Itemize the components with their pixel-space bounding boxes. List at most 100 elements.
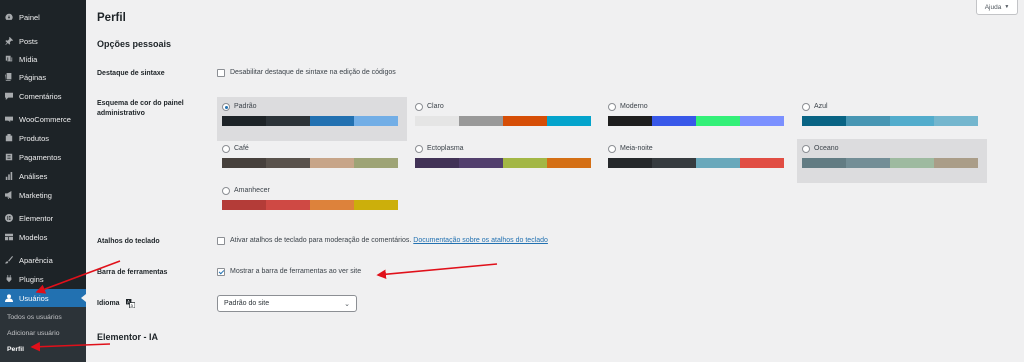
color-scheme-option[interactable]: Amanhecer [217,181,407,225]
color-scheme-name: Padrão [234,103,257,110]
templates-icon [5,233,13,241]
syntax-checkbox[interactable] [217,69,225,77]
color-swatch [740,116,784,126]
sidebar-item-label: Comentários [19,91,62,101]
color-swatch [547,116,591,126]
color-swatch [310,116,354,126]
sidebar-item-posts[interactable]: Posts [0,32,86,50]
color-swatch [354,158,398,168]
color-swatch [222,200,266,210]
sidebar-item-aparencia[interactable]: Aparência [0,251,86,269]
color-scheme-option[interactable]: Claro [410,97,600,141]
help-label: Ajuda [984,3,1002,11]
toolbar-label: Barra de ferramentas [97,269,168,276]
sidebar-item-painel[interactable]: Painel [0,8,86,26]
submenu-item-add-user[interactable]: Adicionar usuário [7,330,60,337]
color-scheme-option[interactable]: Café [217,139,407,183]
sidebar-item-marketing[interactable]: Marketing [0,186,86,204]
color-swatch [547,158,591,168]
color-swatches [222,200,398,210]
color-swatches [608,158,784,168]
sidebar-item-plugins[interactable]: Plugins [0,270,86,288]
color-scheme-radio[interactable] [608,145,616,153]
color-swatches [222,116,398,126]
color-scheme-option[interactable]: Oceano [797,139,987,183]
color-swatch [696,158,740,168]
sidebar-item-modelos[interactable]: Modelos [0,228,86,246]
shortcuts-doc-link[interactable]: Documentação sobre os atalhos do teclado [413,237,548,244]
active-indicator [81,294,86,302]
color-scheme-radio[interactable] [415,145,423,153]
sidebar-item-usuarios[interactable]: Usuários [0,289,86,307]
color-swatch [310,158,354,168]
color-swatch [266,200,310,210]
sidebar-item-label: Painel [19,12,40,22]
toolbar-checkbox[interactable] [217,268,225,276]
color-swatch [354,116,398,126]
color-swatch [415,158,459,168]
elementor-icon [5,214,13,222]
color-scheme-radio[interactable] [415,103,423,111]
sidebar-item-pagamentos[interactable]: Pagamentos [0,148,86,166]
color-scheme-option[interactable]: Ectoplasma [410,139,600,183]
sidebar-item-label: Marketing [19,190,52,200]
syntax-option-text: Desabilitar destaque de sintaxe na ediçã… [230,69,396,76]
color-scheme-radio[interactable] [222,145,230,153]
shortcuts-label: Atalhos do teclado [97,238,160,245]
color-swatch [415,116,459,126]
color-scheme-radio[interactable] [608,103,616,111]
color-swatches [802,116,978,126]
translate-icon: A a [126,299,135,308]
color-scheme-option[interactable]: Meia-noite [603,139,793,183]
color-scheme-name: Amanhecer [234,187,270,194]
color-swatches [802,158,978,168]
woocommerce-icon [5,115,13,123]
sidebar-item-label: Usuários [19,293,49,303]
color-scheme-option[interactable]: Azul [797,97,987,141]
color-swatch [266,158,310,168]
submenu-item-all-users[interactable]: Todos os usuários [7,314,62,321]
sidebar-item-midia[interactable]: Mídia [0,50,86,68]
shortcuts-checkbox[interactable] [217,237,225,245]
media-icon [5,55,13,63]
color-swatch [222,116,266,126]
users-submenu: Todos os usuários Adicionar usuário Perf… [0,307,86,362]
submenu-item-profile[interactable]: Perfil [7,346,24,353]
color-scheme-option[interactable]: Moderno [603,97,793,141]
color-swatches [415,158,591,168]
language-select[interactable]: Padrão do site ⌄ [217,295,357,312]
sidebar-item-woocommerce[interactable]: WooCommerce [0,110,86,128]
pages-icon [5,73,13,81]
sidebar-item-label: Elementor [19,213,54,223]
help-button[interactable]: Ajuda ▼ [976,0,1018,15]
comments-icon [5,92,13,100]
annotation-arrow-toolbar [376,263,498,280]
color-swatch [934,116,978,126]
sidebar-item-label: Modelos [19,232,48,242]
color-swatch [802,158,846,168]
color-swatches [415,116,591,126]
color-swatch [696,116,740,126]
sidebar-item-label: Aparência [19,255,53,265]
color-scheme-radio[interactable] [222,103,230,111]
sidebar-item-elementor[interactable]: Elementor [0,209,86,227]
sidebar-item-paginas[interactable]: Páginas [0,68,86,86]
analytics-icon [5,172,13,180]
sidebar-item-label: Páginas [19,72,47,82]
language-select-value: Padrão do site [224,300,270,307]
appearance-icon [5,256,13,264]
sidebar-item-produtos[interactable]: Produtos [0,129,86,147]
language-label: Idioma [97,300,120,307]
color-swatch [608,116,652,126]
color-scheme-option[interactable]: Padrão [217,97,407,141]
sidebar-item-comentarios[interactable]: Comentários [0,87,86,105]
color-scheme-radio[interactable] [802,103,810,111]
sidebar-item-analises[interactable]: Análises [0,167,86,185]
color-swatch [266,116,310,126]
color-scheme-radio[interactable] [802,145,810,153]
page-title: Perfil [97,12,126,24]
sidebar-item-label: Plugins [19,274,44,284]
color-scheme-radio[interactable] [222,187,230,195]
color-swatch [503,116,547,126]
color-scheme-name: Azul [814,103,828,110]
